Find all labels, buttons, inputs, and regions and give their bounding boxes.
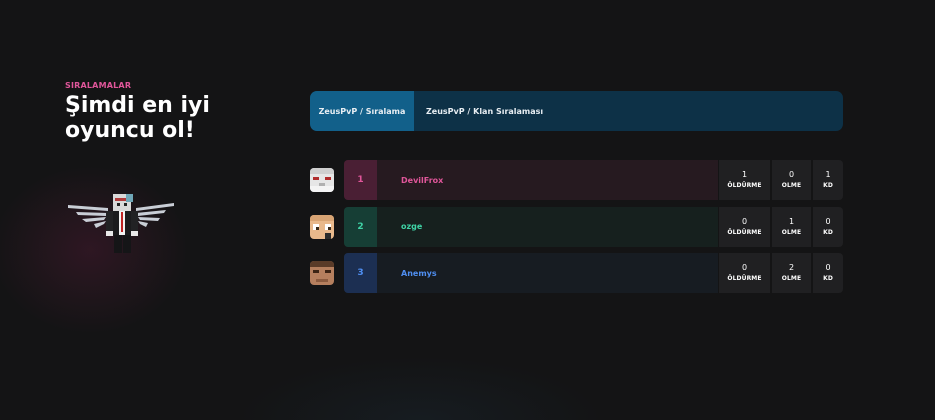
- kd-stat: 0 KD: [813, 206, 843, 247]
- deaths-label: OLME: [781, 275, 802, 282]
- page-headline: Şimdi en iyi oyuncu ol!: [65, 93, 210, 143]
- player-name[interactable]: Anemys: [401, 253, 437, 293]
- kills-stat: 0 ÖLDÜRME: [719, 206, 770, 247]
- leaderboard-row[interactable]: 3 Anemys 0 ÖLDÜRME 2 OLME 0 KD: [310, 253, 843, 293]
- kd-label: KD: [823, 228, 833, 236]
- player-avatar: [310, 261, 334, 285]
- player-character-illustration: [68, 194, 174, 253]
- deaths-value: 0: [788, 170, 795, 179]
- player-bar: 3 Anemys: [344, 253, 718, 293]
- deaths-label: OLME: [781, 182, 802, 189]
- kills-label: ÖLDÜRME: [727, 182, 762, 189]
- deaths-value: 2: [788, 263, 795, 272]
- player-avatar: [310, 214, 334, 239]
- kills-label: ÖLDÜRME: [727, 275, 762, 282]
- leaderboard-row[interactable]: 1 DevilFrox 1 ÖLDÜRME 0 OLME 1 KD: [310, 160, 843, 200]
- kills-value: 1: [741, 170, 748, 179]
- leaderboard-row[interactable]: 2 ozge 0 ÖLDÜRME 1 OLME 0 KD: [310, 206, 843, 247]
- rank-number: 1: [344, 160, 377, 200]
- player-bar: 1 DevilFrox: [344, 160, 718, 200]
- tab-clan-ranking[interactable]: ZeusPvP / Klan Sıralaması: [414, 91, 555, 131]
- kills-stat: 1 ÖLDÜRME: [719, 160, 770, 200]
- kd-stat: 0 KD: [813, 253, 843, 293]
- kd-value: 0: [825, 263, 831, 272]
- section-kicker: SIRALAMALAR: [65, 81, 132, 90]
- tab-player-ranking[interactable]: ZeusPvP / Sıralama: [310, 91, 414, 131]
- player-bar: 2 ozge: [344, 206, 718, 247]
- player-avatar: [310, 168, 334, 192]
- kills-value: 0: [741, 263, 748, 272]
- deaths-stat: 0 OLME: [772, 160, 811, 200]
- player-name[interactable]: DevilFrox: [401, 160, 443, 200]
- kills-label: ÖLDÜRME: [727, 228, 762, 236]
- deaths-value: 1: [788, 216, 795, 226]
- deaths-stat: 1 OLME: [772, 206, 811, 247]
- kd-value: 0: [825, 216, 831, 226]
- rank-number: 2: [344, 206, 377, 247]
- kd-label: KD: [823, 182, 833, 189]
- deaths-label: OLME: [781, 228, 802, 236]
- kd-stat: 1 KD: [813, 160, 843, 200]
- kd-value: 1: [825, 170, 831, 179]
- page: SIRALAMALAR Şimdi en iyi oyuncu ol! Zeus…: [0, 0, 935, 420]
- kills-stat: 0 ÖLDÜRME: [719, 253, 770, 293]
- player-name[interactable]: ozge: [401, 207, 422, 247]
- kd-label: KD: [823, 275, 833, 282]
- rank-number: 3: [344, 253, 377, 293]
- leaderboard-table: 1 DevilFrox 1 ÖLDÜRME 0 OLME 1 KD 2 ozge…: [310, 160, 843, 300]
- kills-value: 0: [741, 216, 748, 226]
- ranking-tabs: ZeusPvP / Sıralama ZeusPvP / Klan Sırala…: [310, 91, 843, 131]
- deaths-stat: 2 OLME: [772, 253, 811, 293]
